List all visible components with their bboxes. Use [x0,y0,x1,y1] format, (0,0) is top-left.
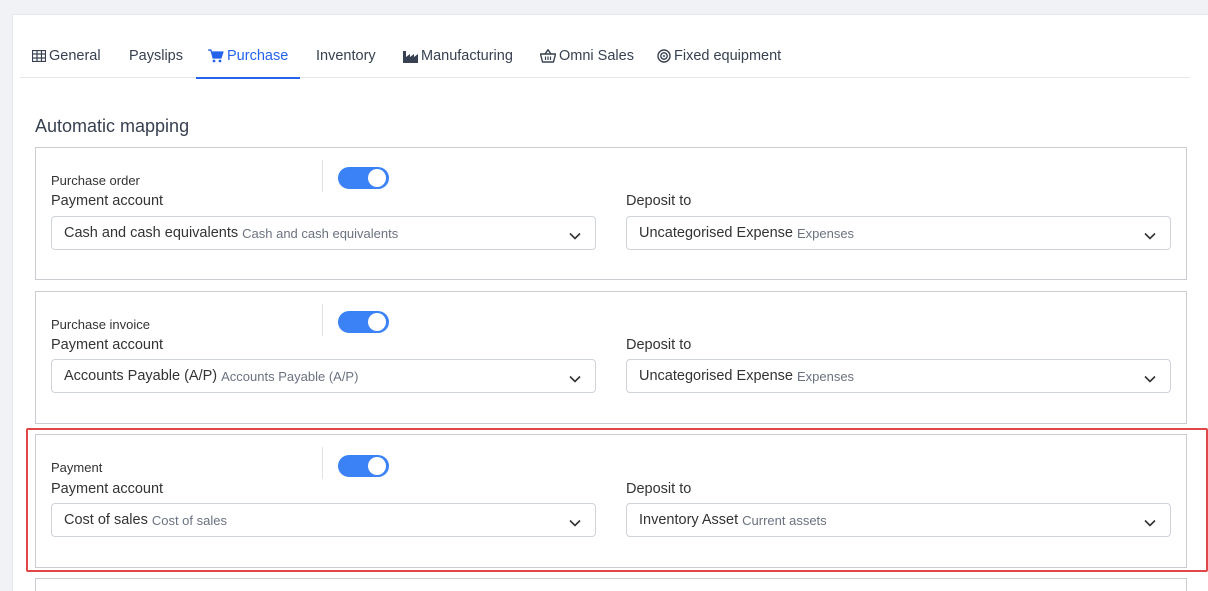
chevron-down-icon [1144,228,1156,244]
toggle-knob [368,169,386,187]
tab-inventory[interactable]: Inventory [316,34,376,78]
select-value: Accounts Payable (A/P) [64,368,218,384]
tab-omni-sales[interactable]: Omni Sales [540,34,634,78]
tab-omni-sales-label: Omni Sales [559,48,634,64]
divider [322,160,323,192]
tab-bar: General Payslips Purchase Inventory Manu… [20,34,1190,79]
mapping-name: Purchase order [51,173,140,188]
mapping-block-next [35,578,1187,591]
target-icon [657,49,671,63]
deposit-to-select[interactable]: Uncategorised Expense Expenses [626,216,1171,250]
tab-fixed-equipment-label: Fixed equipment [674,48,782,64]
highlight-box [26,428,1208,572]
select-value: Uncategorised Expense [639,368,793,384]
section-title: Automatic mapping [35,116,190,136]
payment-account-select[interactable]: Cash and cash equivalents Cash and cash … [51,216,596,250]
chevron-down-icon [569,228,581,244]
deposit-to-label: Deposit to [626,193,692,209]
chevron-down-icon [569,371,581,387]
deposit-to-label: Deposit to [626,337,692,353]
deposit-to-select[interactable]: Uncategorised Expense Expenses [626,359,1171,393]
select-value: Cash and cash equivalents [64,225,239,241]
toggle-knob [368,313,386,331]
chevron-down-icon [1144,371,1156,387]
select-subtext: Cash and cash equivalents [242,225,399,241]
factory-icon [403,50,418,63]
tab-general-label: General [49,48,101,64]
basket-icon [540,49,556,63]
select-value: Uncategorised Expense [639,225,793,241]
mapping-block-purchase-invoice: Purchase invoice Payment account Deposit… [35,291,1187,424]
tab-purchase[interactable]: Purchase [195,34,301,79]
payment-account-select[interactable]: Accounts Payable (A/P) Accounts Payable … [51,359,596,393]
enable-toggle[interactable] [338,311,389,333]
select-subtext: Accounts Payable (A/P) [221,368,359,384]
tab-payslips[interactable]: Payslips [129,34,183,78]
payment-account-label: Payment account [51,193,164,209]
tab-purchase-label: Purchase [227,48,289,64]
tab-fixed-equipment[interactable]: Fixed equipment [657,34,781,78]
enable-toggle[interactable] [338,167,389,189]
mapping-name: Purchase invoice [51,317,150,332]
tab-manufacturing-label: Manufacturing [421,48,513,64]
tab-general[interactable]: General [32,34,101,78]
payment-account-label: Payment account [51,337,164,353]
table-icon [32,50,46,62]
tab-manufacturing[interactable]: Manufacturing [403,34,513,78]
tab-inventory-label: Inventory [316,48,376,64]
tab-payslips-label: Payslips [129,48,183,64]
select-subtext: Expenses [796,368,855,384]
divider [322,304,323,336]
select-subtext: Expenses [796,225,855,241]
mapping-block-purchase-order: Purchase order Payment account Deposit t… [35,147,1187,280]
cart-icon [208,49,224,63]
